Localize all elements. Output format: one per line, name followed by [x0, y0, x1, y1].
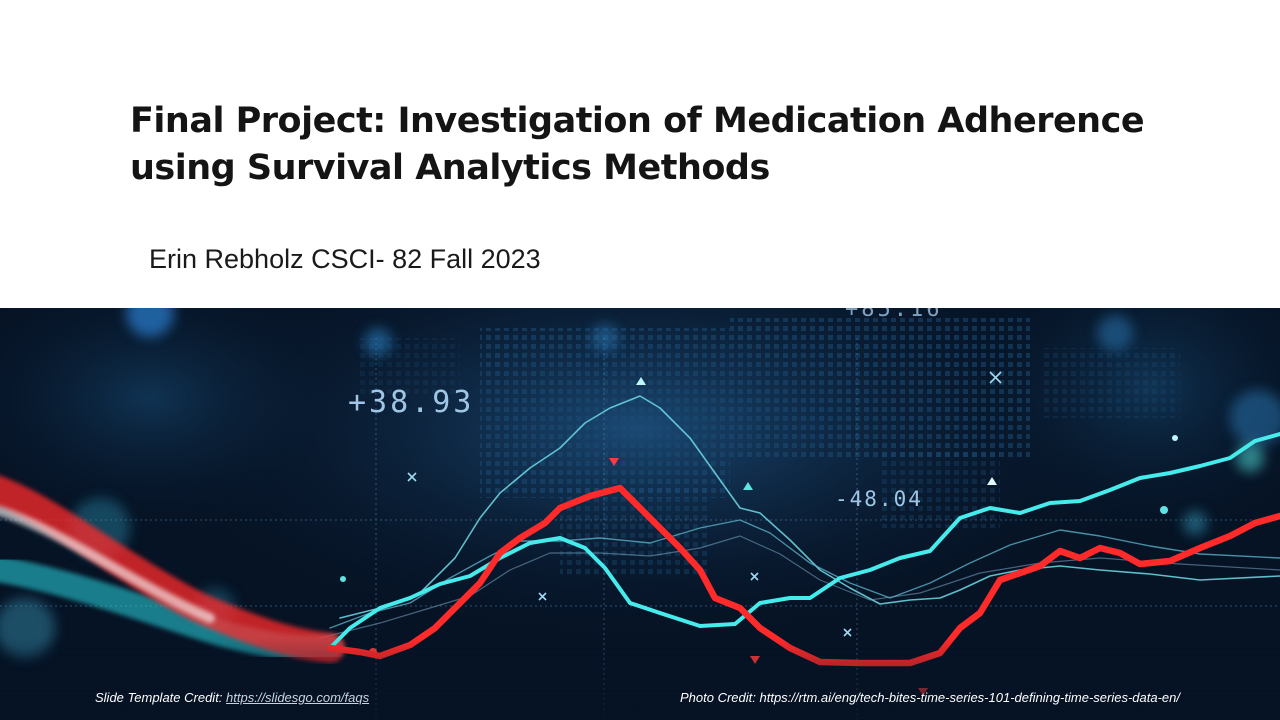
slide-title: Final Project: Investigation of Medicati… [130, 98, 1170, 192]
readout-top: +38.93 [348, 385, 474, 420]
timeseries-photo: +38.93 -48.04 +85.16 [0, 308, 1280, 720]
slide-subtitle: Erin Rebholz CSCI- 82 Fall 2023 [149, 244, 541, 274]
template-credit-label: Slide Template Credit: [95, 690, 227, 705]
slide-title-line-2: using Survival Analytics Methods [130, 148, 770, 188]
marker-dot [1172, 435, 1178, 441]
timeseries-illustration: +38.93 -48.04 +85.16 [0, 308, 1280, 720]
template-credit-link[interactable]: https://slidesgo.com/faqs [226, 690, 369, 705]
photo-credit: Photo Credit: https://rtm.ai/eng/tech-bi… [680, 690, 1180, 705]
template-credit: Slide Template Credit: https://slidesgo.… [95, 690, 369, 705]
marker-dot [340, 576, 346, 582]
marker-dot [1160, 506, 1168, 514]
slide-title-line-1: Final Project: Investigation of Medicati… [130, 101, 1145, 141]
readout-partial: +85.16 [845, 308, 942, 322]
readout-mid: -48.04 [835, 487, 923, 511]
